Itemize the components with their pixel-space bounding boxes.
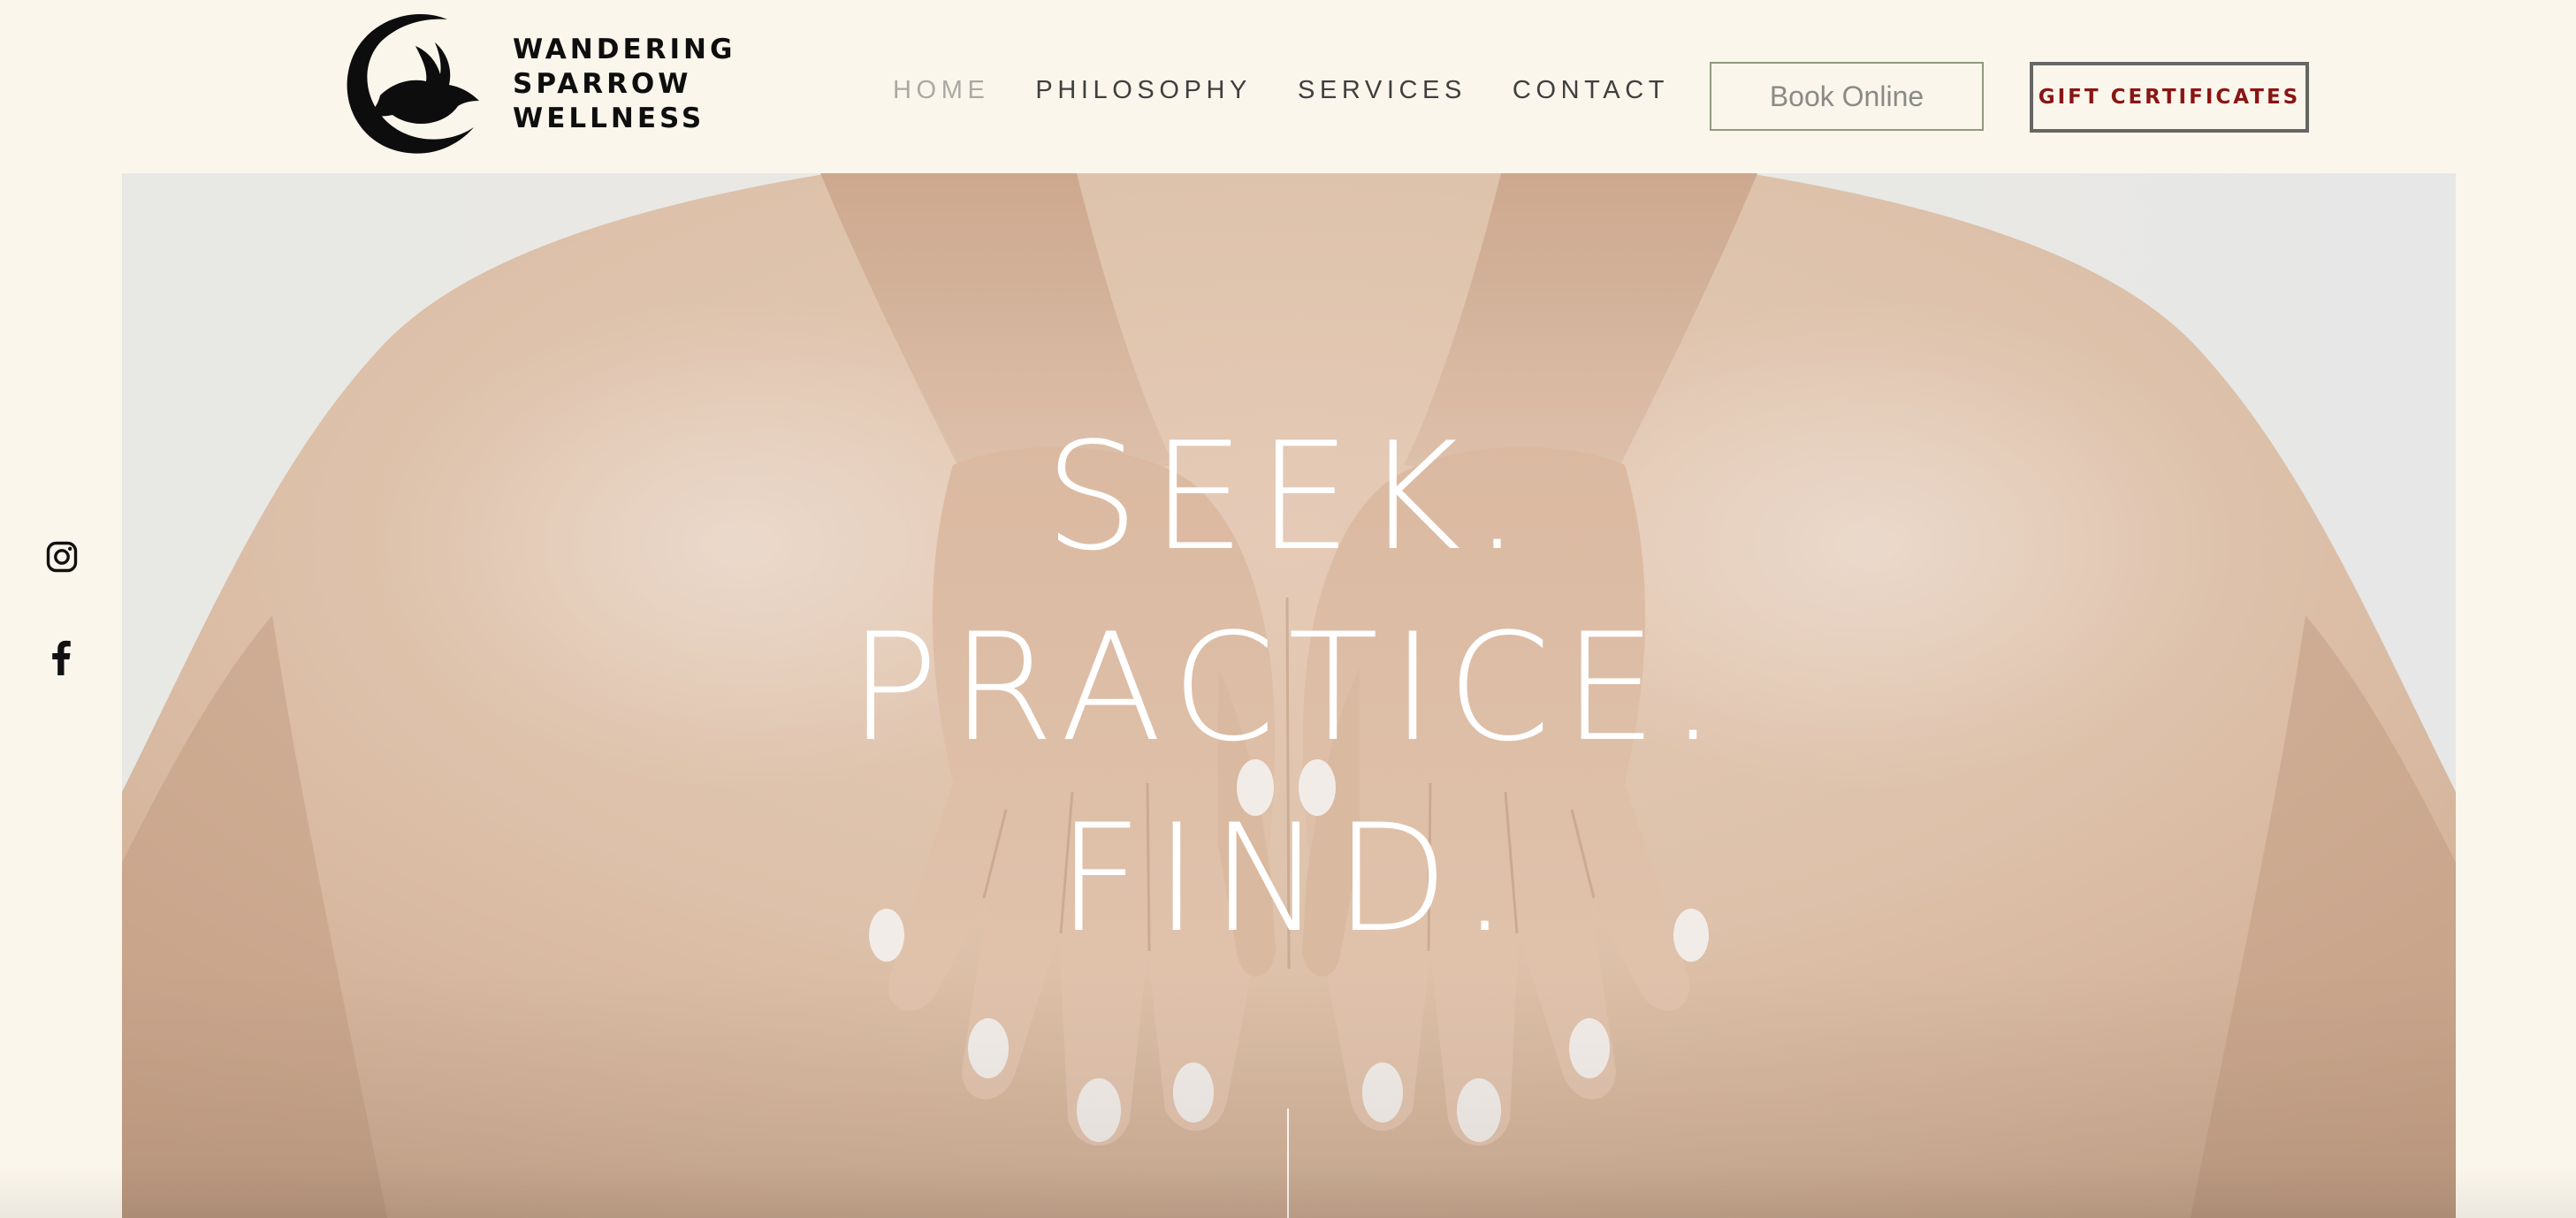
instagram-link[interactable]: [46, 541, 78, 576]
main-nav: HOME PHILOSOPHY SERVICES CONTACT: [893, 74, 1715, 106]
social-bar: [46, 541, 78, 675]
brand-name-line-1: WANDERING: [513, 33, 736, 65]
sparrow-crescent-icon: [347, 14, 479, 154]
book-online-button[interactable]: Book Online: [1710, 62, 1984, 131]
nav-item-home[interactable]: HOME: [893, 74, 989, 106]
instagram-icon: [46, 541, 78, 573]
brand-name-line-3: WELLNESS: [513, 102, 705, 134]
hero-section: SEEK. PRACTICE. FIND.: [122, 173, 2456, 1218]
nav-item-services[interactable]: SERVICES: [1298, 74, 1467, 106]
brand-name-line-2: SPARROW: [513, 67, 692, 100]
site-header: WANDERING SPARROW WELLNESS HOME PHILOSOP…: [0, 0, 2576, 173]
nav-item-philosophy[interactable]: PHILOSOPHY: [1035, 74, 1252, 106]
facebook-icon: [52, 640, 71, 675]
gift-certificates-button[interactable]: GIFT CERTIFICATES: [2030, 62, 2309, 133]
scroll-indicator-line: [1287, 1108, 1289, 1218]
hero-image: [122, 173, 2456, 1218]
facebook-link[interactable]: [46, 640, 78, 675]
brand-name: WANDERING SPARROW WELLNESS: [513, 33, 735, 136]
site-logo[interactable]: WANDERING SPARROW WELLNESS: [341, 12, 735, 156]
nav-item-contact[interactable]: CONTACT: [1513, 74, 1669, 106]
